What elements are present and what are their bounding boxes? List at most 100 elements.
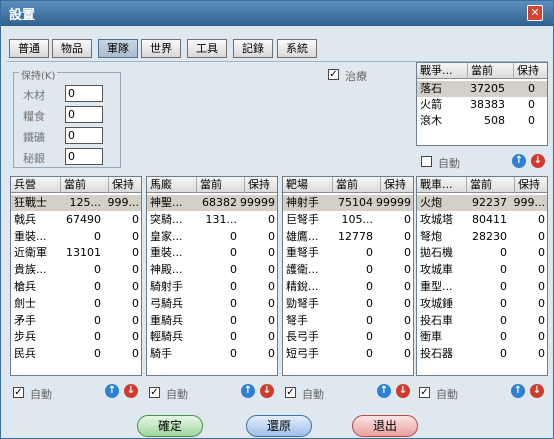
- table-row[interactable]: 短弓手 0 0: [283, 346, 413, 362]
- table-row[interactable]: 神殿... 0 0: [147, 262, 277, 278]
- column-header[interactable]: 保持: [245, 177, 278, 193]
- column-header[interactable]: 當前: [467, 177, 515, 193]
- arrow-down-icon[interactable]: ↓: [124, 384, 138, 398]
- arrow-up-icon[interactable]: ↑: [511, 384, 525, 398]
- wood-input[interactable]: 0: [65, 85, 103, 102]
- arrow-up-icon[interactable]: ↑: [105, 384, 119, 398]
- tab-general[interactable]: 普通: [9, 39, 49, 58]
- row-keep: 0: [132, 330, 139, 344]
- table-row[interactable]: 騎射手 0 0: [147, 279, 277, 295]
- heal-checkbox[interactable]: ✓: [328, 69, 339, 80]
- table-row[interactable]: 貴族... 0 0: [11, 262, 141, 278]
- auto-checkbox-siege[interactable]: ✓: [419, 387, 430, 398]
- table-row[interactable]: 劍士 0 0: [11, 296, 141, 312]
- table-row[interactable]: 護衛... 0 0: [283, 262, 413, 278]
- tab-world[interactable]: 世界: [141, 39, 181, 58]
- table-row[interactable]: 重裝... 0 0: [147, 245, 277, 261]
- tab-tools[interactable]: 工具: [187, 39, 227, 58]
- table-row[interactable]: 衝車 0 0: [417, 329, 547, 345]
- row-current: 0: [230, 347, 237, 361]
- table-row[interactable]: 攻城塔 80411 0: [417, 212, 547, 228]
- arrow-down-icon[interactable]: ↓: [396, 384, 410, 398]
- table-row[interactable]: 火炮 92237 999...: [417, 195, 547, 211]
- table-row[interactable]: 重騎兵 0 0: [147, 313, 277, 329]
- column-header[interactable]: 當前: [197, 177, 245, 193]
- barracks-table: 兵營 當前 保持 狂戰士 125... 999... 戟兵 67490 0 重裝…: [10, 176, 142, 376]
- column-header[interactable]: 保持: [515, 177, 548, 193]
- arrow-down-icon[interactable]: ↓: [531, 154, 545, 168]
- table-row[interactable]: 重裝... 0 0: [11, 229, 141, 245]
- tab-army[interactable]: 軍隊: [98, 39, 138, 58]
- restore-button[interactable]: 還原: [246, 415, 312, 437]
- arrow-down-icon[interactable]: ↓: [260, 384, 274, 398]
- close-icon[interactable]: ✕: [527, 5, 543, 21]
- table-row[interactable]: 步兵 0 0: [11, 329, 141, 345]
- table-row[interactable]: 巨弩手 105... 0: [283, 212, 413, 228]
- table-row[interactable]: 神聖... 68382 99999: [147, 195, 277, 211]
- column-header[interactable]: 戰爭...: [417, 63, 468, 79]
- mithril-input[interactable]: 0: [65, 148, 103, 165]
- table-row[interactable]: 弩手 0 0: [283, 313, 413, 329]
- table-row[interactable]: 槍兵 0 0: [11, 279, 141, 295]
- food-label: 糧食: [23, 110, 45, 123]
- arrow-up-icon[interactable]: ↑: [241, 384, 255, 398]
- row-name: 戟兵: [14, 212, 36, 226]
- table-row[interactable]: 長弓手 0 0: [283, 329, 413, 345]
- table-row[interactable]: 騎手 0 0: [147, 346, 277, 362]
- table-row[interactable]: 民兵 0 0: [11, 346, 141, 362]
- table-row[interactable]: 輕騎兵 0 0: [147, 329, 277, 345]
- column-header[interactable]: 靶場: [283, 177, 333, 193]
- row-name: 弓騎兵: [150, 296, 183, 310]
- tab-records[interactable]: 記錄: [233, 39, 273, 58]
- row-name: 神射手: [286, 196, 319, 209]
- auto-checkbox-barracks[interactable]: ✓: [13, 387, 24, 398]
- table-row[interactable]: 投石車 0 0: [417, 313, 547, 329]
- column-header[interactable]: 馬廄: [147, 177, 197, 193]
- exit-button[interactable]: 退出: [352, 415, 418, 437]
- arrow-down-icon[interactable]: ↓: [530, 384, 544, 398]
- table-row[interactable]: 火箭 38383 0: [417, 97, 547, 113]
- table-row[interactable]: 重型... 0 0: [417, 279, 547, 295]
- table-row[interactable]: 落石 37205 0: [417, 81, 547, 97]
- row-name: 火箭: [420, 98, 442, 111]
- row-keep: 999...: [513, 196, 546, 209]
- food-input[interactable]: 0: [65, 106, 103, 123]
- table-row[interactable]: 攻城錘 0 0: [417, 296, 547, 312]
- column-header[interactable]: 保持: [109, 177, 142, 193]
- row-keep: 999...: [107, 196, 140, 209]
- column-header[interactable]: 保持: [514, 63, 548, 79]
- table-row[interactable]: 近衛軍 13101 0: [11, 245, 141, 261]
- table-row[interactable]: 攻城車 0 0: [417, 262, 547, 278]
- auto-checkbox[interactable]: [421, 156, 432, 167]
- table-row[interactable]: 弓騎兵 0 0: [147, 296, 277, 312]
- table-row[interactable]: 重弩手 0 0: [283, 245, 413, 261]
- column-header[interactable]: 當前: [61, 177, 109, 193]
- column-header[interactable]: 保持: [381, 177, 414, 193]
- column-header[interactable]: 兵營: [11, 177, 61, 193]
- table-row[interactable]: 弩炮 28230 0: [417, 229, 547, 245]
- iron-input[interactable]: 0: [65, 127, 103, 144]
- table-row[interactable]: 狂戰士 125... 999...: [11, 195, 141, 211]
- table-row[interactable]: 矛手 0 0: [11, 313, 141, 329]
- table-row[interactable]: 戟兵 67490 0: [11, 212, 141, 228]
- arrow-up-icon[interactable]: ↑: [377, 384, 391, 398]
- auto-checkbox-stable[interactable]: ✓: [149, 387, 160, 398]
- table-row[interactable]: 突騎... 131... 0: [147, 212, 277, 228]
- column-header[interactable]: 當前: [468, 63, 514, 79]
- table-row[interactable]: 精銳... 0 0: [283, 279, 413, 295]
- table-row[interactable]: 神射手 75104 99999: [283, 195, 413, 211]
- table-row[interactable]: 雄鷹... 12778 0: [283, 229, 413, 245]
- column-header[interactable]: 當前: [333, 177, 381, 193]
- arrow-up-icon[interactable]: ↑: [512, 154, 526, 168]
- column-header[interactable]: 戰車...: [417, 177, 467, 193]
- table-row[interactable]: 滾木 508 0: [417, 113, 547, 129]
- table-row[interactable]: 拋石機 0 0: [417, 245, 547, 261]
- row-name: 矛手: [14, 313, 36, 327]
- table-row[interactable]: 勁弩手 0 0: [283, 296, 413, 312]
- table-row[interactable]: 投石器 0 0: [417, 346, 547, 362]
- confirm-button[interactable]: 確定: [137, 415, 203, 437]
- tab-items[interactable]: 物品: [52, 39, 92, 58]
- auto-checkbox-range[interactable]: ✓: [285, 387, 296, 398]
- tab-system[interactable]: 系統: [277, 39, 317, 58]
- table-row[interactable]: 皇家... 0 0: [147, 229, 277, 245]
